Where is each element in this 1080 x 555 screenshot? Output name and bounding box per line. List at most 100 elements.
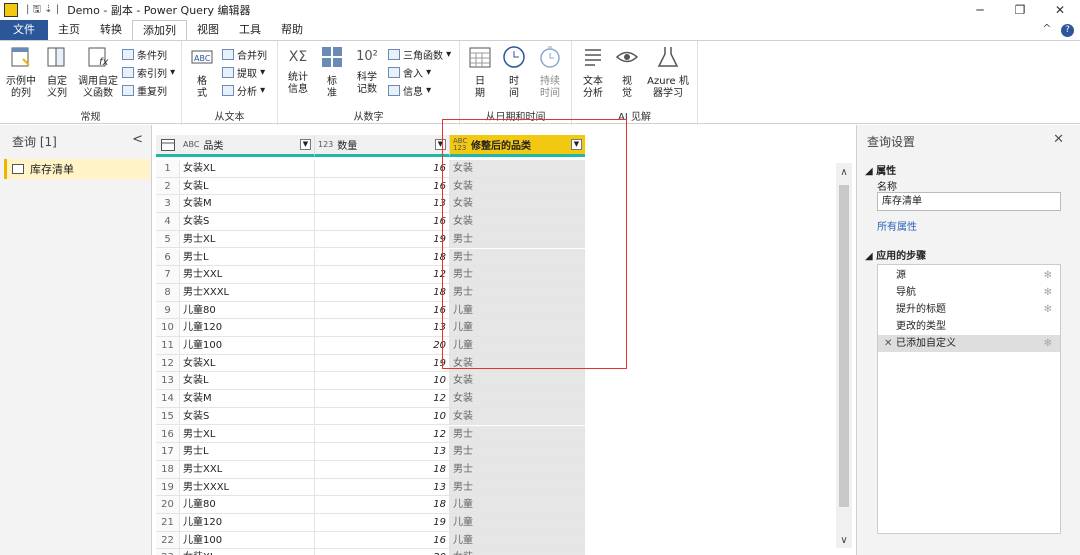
cell-quantity[interactable]: 13 bbox=[315, 443, 450, 461]
cell-category[interactable]: 儿童100 bbox=[180, 337, 315, 355]
format-button[interactable]: ABC 格 式 bbox=[188, 45, 216, 100]
extract-button[interactable]: 提取 ▾ bbox=[222, 64, 265, 80]
parse-button[interactable]: 分析 ▾ bbox=[222, 82, 265, 98]
cell-quantity[interactable]: 13 bbox=[315, 478, 450, 497]
query-name-field[interactable]: 库存清单 bbox=[877, 192, 1061, 211]
scroll-down-icon[interactable]: ∨ bbox=[836, 535, 852, 546]
cell-quantity[interactable]: 18 bbox=[315, 248, 450, 267]
scientific-button[interactable]: 10² 科学 记数 bbox=[350, 45, 384, 96]
table-row[interactable]: 22 儿童100 16 儿童 bbox=[156, 531, 586, 550]
cell-category[interactable]: 女装M bbox=[180, 195, 315, 214]
cell-quantity[interactable]: 16 bbox=[315, 301, 450, 320]
delete-step-icon[interactable]: ✕ bbox=[884, 335, 892, 352]
table-row[interactable]: 21 儿童120 19 儿童 bbox=[156, 514, 586, 532]
cell-category[interactable]: 儿童120 bbox=[180, 319, 315, 337]
gear-icon[interactable]: ✻ bbox=[1044, 335, 1052, 352]
vision-button[interactable]: 视 觉 bbox=[614, 45, 640, 100]
step-changed-type[interactable]: 更改的类型 bbox=[878, 318, 1060, 335]
text-analytics-button[interactable]: 文本 分析 bbox=[578, 45, 608, 100]
cell-quantity[interactable]: 12 bbox=[315, 425, 450, 444]
statistics-button[interactable]: XΣ 统计 信息 bbox=[282, 45, 314, 96]
cell-quantity[interactable]: 19 bbox=[315, 354, 450, 373]
cell-quantity[interactable]: 10 bbox=[315, 372, 450, 391]
table-row[interactable]: 14 女装M 12 女装 bbox=[156, 390, 586, 408]
column-header-quantity[interactable]: 123 数量 ▼ bbox=[315, 135, 450, 157]
cell-category[interactable]: 男士XXL bbox=[180, 266, 315, 284]
cell-category[interactable]: 男士XXL bbox=[180, 460, 315, 479]
cell-category[interactable]: 男士L bbox=[180, 443, 315, 461]
cell-category[interactable]: 儿童80 bbox=[180, 496, 315, 514]
table-row[interactable]: 15 女装S 10 女装 bbox=[156, 407, 586, 426]
cell-category[interactable]: 男士XXXL bbox=[180, 283, 315, 302]
cell-category[interactable]: 女装M bbox=[180, 390, 315, 408]
table-row[interactable]: 17 男士L 13 男士 bbox=[156, 443, 586, 461]
table-row[interactable]: 19 男士XXXL 13 男士 bbox=[156, 478, 586, 497]
cell-category[interactable]: 男士XL bbox=[180, 425, 315, 444]
cell-quantity[interactable]: 10 bbox=[315, 407, 450, 426]
step-added-custom[interactable]: ✕ 已添加自定义 ✻ bbox=[878, 335, 1060, 352]
close-window-icon[interactable]: ✕ bbox=[1040, 0, 1080, 20]
cell-quantity[interactable]: 16 bbox=[315, 213, 450, 231]
custom-column-button[interactable]: 自定 义列 bbox=[42, 45, 72, 100]
tab-file[interactable]: 文件 bbox=[0, 20, 48, 40]
cell-category[interactable]: 女装XL bbox=[180, 549, 315, 555]
collapse-panel-icon[interactable]: < bbox=[132, 132, 143, 147]
tab-home[interactable]: 主页 bbox=[48, 20, 90, 40]
all-properties-link[interactable]: 所有属性 bbox=[877, 218, 917, 233]
information-button[interactable]: 信息 ▾ bbox=[388, 82, 431, 98]
cell-quantity[interactable]: 12 bbox=[315, 390, 450, 408]
collapse-ribbon-icon[interactable]: ^ bbox=[1042, 22, 1051, 35]
column-header-category[interactable]: ABC 品类 ▼ bbox=[180, 135, 315, 157]
step-promoted-headers[interactable]: 提升的标题 ✻ bbox=[878, 301, 1060, 318]
tab-add-column[interactable]: 添加列 bbox=[132, 20, 187, 40]
grid-corner-menu[interactable] bbox=[156, 135, 180, 157]
gear-icon[interactable]: ✻ bbox=[1044, 301, 1052, 318]
date-button[interactable]: 日 期 bbox=[466, 45, 494, 100]
trigonometry-button[interactable]: 三角函数 ▾ bbox=[388, 46, 451, 62]
cell-trimmed-category[interactable]: 女装 bbox=[450, 372, 585, 391]
gear-icon[interactable]: ✻ bbox=[1044, 284, 1052, 301]
tab-view[interactable]: 视图 bbox=[187, 20, 229, 40]
cell-category[interactable]: 男士XXXL bbox=[180, 478, 315, 497]
cell-quantity[interactable]: 13 bbox=[315, 319, 450, 337]
table-row[interactable]: 20 儿童80 18 儿童 bbox=[156, 496, 586, 514]
cell-category[interactable]: 男士L bbox=[180, 248, 315, 267]
tab-tools[interactable]: 工具 bbox=[229, 20, 271, 40]
applied-steps-header[interactable]: ◢ 应用的步骤 bbox=[865, 247, 926, 262]
cell-trimmed-category[interactable]: 女装 bbox=[450, 407, 585, 426]
column-from-examples-button[interactable]: 示例中 的列 bbox=[4, 45, 38, 100]
tab-help[interactable]: 帮助 bbox=[271, 20, 313, 40]
duplicate-column-button[interactable]: 重复列 bbox=[122, 82, 167, 98]
cell-category[interactable]: 女装L bbox=[180, 372, 315, 391]
cell-category[interactable]: 儿童100 bbox=[180, 531, 315, 550]
cell-trimmed-category[interactable]: 女装 bbox=[450, 549, 585, 555]
rounding-button[interactable]: 舍入 ▾ bbox=[388, 64, 431, 80]
scroll-up-icon[interactable]: ∧ bbox=[836, 167, 852, 178]
cell-trimmed-category[interactable]: 男士 bbox=[450, 460, 585, 479]
help-icon[interactable]: ? bbox=[1061, 24, 1074, 37]
duration-button[interactable]: 持续 时间 bbox=[534, 45, 566, 100]
cell-trimmed-category[interactable]: 男士 bbox=[450, 443, 585, 461]
standard-button[interactable]: 标 准 bbox=[318, 45, 346, 100]
cell-trimmed-category[interactable]: 男士 bbox=[450, 425, 585, 444]
close-icon[interactable]: ✕ bbox=[1053, 132, 1064, 147]
vertical-scrollbar[interactable]: ∧ ∨ bbox=[836, 163, 852, 548]
quick-access-toolbar[interactable]: | 🖫 ⇣ | bbox=[26, 2, 59, 19]
cell-trimmed-category[interactable]: 儿童 bbox=[450, 514, 585, 532]
table-row[interactable]: 23女装XL20女装 bbox=[156, 549, 586, 555]
cell-quantity[interactable]: 12 bbox=[315, 266, 450, 284]
cell-quantity[interactable]: 16 bbox=[315, 177, 450, 196]
cell-category[interactable]: 女装S bbox=[180, 213, 315, 231]
cell-category[interactable]: 女装S bbox=[180, 407, 315, 426]
tab-transform[interactable]: 转换 bbox=[90, 20, 132, 40]
azure-ml-button[interactable]: Azure 机 器学习 bbox=[644, 45, 692, 100]
conditional-column-button[interactable]: 条件列 bbox=[122, 46, 167, 62]
cell-category[interactable]: 男士XL bbox=[180, 230, 315, 249]
cell-quantity[interactable]: 18 bbox=[315, 283, 450, 302]
cell-category[interactable]: 儿童120 bbox=[180, 514, 315, 532]
cell-quantity[interactable]: 18 bbox=[315, 496, 450, 514]
cell-category[interactable]: 女装XL bbox=[180, 354, 315, 373]
table-row[interactable]: 18 男士XXL 18 男士 bbox=[156, 460, 586, 479]
cell-category[interactable]: 儿童80 bbox=[180, 301, 315, 320]
step-source[interactable]: 源 ✻ bbox=[878, 267, 1060, 284]
